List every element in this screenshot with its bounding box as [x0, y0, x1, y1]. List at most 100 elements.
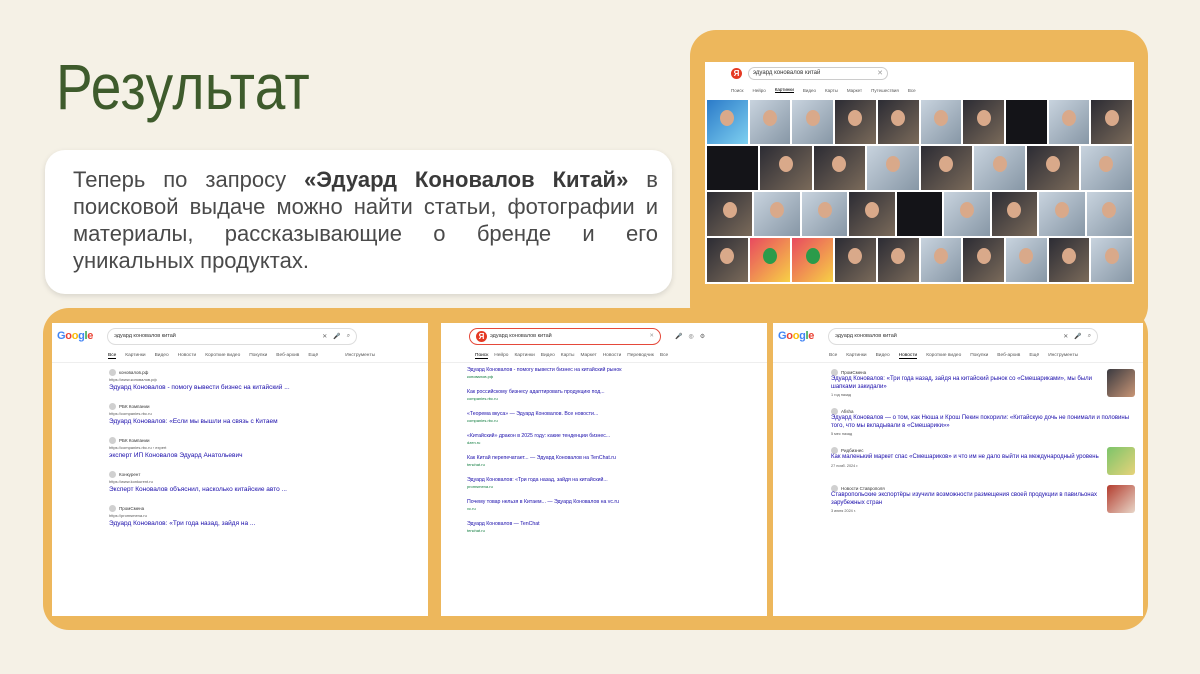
tab-neuro[interactable]: Нейро [752, 88, 765, 93]
image-result[interactable] [1080, 146, 1132, 190]
tab-all[interactable]: Все [660, 353, 668, 358]
image-result[interactable] [754, 192, 800, 236]
result-title[interactable]: Почему товар нельзя в Китаем... — Эдуард… [467, 499, 759, 506]
tab-maps[interactable]: Карты [825, 88, 838, 93]
tab-images[interactable]: Картинки [125, 353, 145, 358]
tab-more[interactable]: Ещё [308, 353, 318, 358]
tab-video[interactable]: Видео [541, 353, 555, 358]
result-title[interactable]: Эдуард Коновалов: «Три года назад, зайдя… [467, 477, 759, 484]
result-title[interactable]: «Теорема вкуса» — Эдуард Коновалов. Все … [467, 411, 759, 418]
tab-all[interactable]: Все [908, 88, 916, 93]
image-result[interactable] [707, 146, 759, 190]
result-title[interactable]: «Китайский» дракон в 2025 году: какие те… [467, 433, 759, 440]
result-title[interactable]: Эдуард Коновалов: «Три года назад, зайдя… [109, 520, 420, 528]
result-title[interactable]: Эдуард Коновалов - помогу вывести бизнес… [467, 367, 759, 374]
image-result[interactable] [973, 146, 1026, 190]
image-result[interactable] [944, 192, 990, 236]
tab-short-video[interactable]: Короткие видео [926, 353, 961, 358]
tab-translate[interactable]: Переводчик [627, 353, 654, 358]
image-result[interactable] [835, 100, 876, 144]
close-icon[interactable]: ✕ [322, 333, 327, 340]
image-result[interactable] [792, 100, 834, 144]
image-result[interactable] [1027, 146, 1079, 190]
camera-icon[interactable]: ◎ [688, 333, 693, 340]
image-result[interactable] [813, 146, 866, 190]
result-item[interactable]: Эдуард Коновалов: «Три года назад, зайдя… [467, 477, 759, 489]
result-title[interactable]: Эдуард Коновалов: «Если мы вышли на связ… [109, 418, 420, 426]
tab-short-video[interactable]: Короткие видео [205, 353, 240, 358]
image-result[interactable] [896, 192, 943, 236]
image-result[interactable] [801, 192, 848, 236]
tab-neuro[interactable]: Нейро [494, 353, 508, 358]
result-item[interactable]: Эдуард Коновалов - помогу вывести бизнес… [467, 367, 759, 379]
tab-images[interactable]: Картинки [514, 353, 534, 358]
result-title[interactable]: Как Китай перепечатает... — Эдуард Конов… [467, 455, 759, 462]
tab-web-archive[interactable]: Веб-архив [276, 353, 299, 358]
tab-shopping[interactable]: Покупки [249, 353, 267, 358]
search-icon[interactable]: ⌕ [347, 333, 350, 340]
tab-market[interactable]: Маркет [580, 353, 596, 358]
tab-maps[interactable]: Карты [561, 353, 575, 358]
microphone-icon[interactable]: 🎤 [1074, 333, 1081, 340]
result-item[interactable]: РБК Компании https://companies.rbc.ru › … [109, 437, 420, 460]
image-result[interactable] [707, 238, 748, 282]
tab-travel[interactable]: Путешествия [871, 88, 899, 93]
tab-market[interactable]: Маркет [847, 88, 862, 93]
image-result[interactable] [1086, 192, 1132, 236]
tab-tools[interactable]: Инструменты [1048, 353, 1078, 358]
news-thumbnail[interactable] [1107, 447, 1135, 475]
tab-all[interactable]: Все [108, 353, 117, 359]
tab-search[interactable]: Поиск [475, 353, 489, 359]
tab-video[interactable]: Видео [155, 353, 169, 358]
result-item[interactable]: «Теорема вкуса» — Эдуард Коновалов. Все … [467, 411, 759, 423]
image-result[interactable] [1005, 100, 1047, 144]
image-result[interactable] [963, 238, 1004, 282]
close-icon[interactable]: ✕ [877, 69, 883, 77]
result-item[interactable]: коновалов.рф https://www.коновалов.рф Эд… [109, 369, 420, 392]
news-item[interactable]: ПромСмена Эдуард Коновалов: «Три года на… [831, 369, 1135, 398]
news-thumbnail[interactable] [1107, 369, 1135, 397]
tab-all[interactable]: Все [829, 353, 837, 358]
news-title[interactable]: Ставропольские экспортёры изучили возмож… [831, 492, 1101, 507]
google-search-input[interactable]: эдуард коновалов китай ✕ 🎤 ⌕ [107, 327, 358, 345]
tab-news[interactable]: Новости [898, 353, 918, 359]
tab-web-archive[interactable]: Веб-архив [997, 353, 1020, 358]
tab-news[interactable]: Новости [603, 353, 622, 358]
tab-search[interactable]: Поиск [731, 88, 743, 93]
image-result[interactable] [920, 146, 972, 190]
image-result[interactable] [867, 146, 919, 190]
yandex-images-search-input[interactable]: эдуард коновалов китай ✕ [748, 66, 888, 80]
news-thumbnail[interactable] [1107, 485, 1135, 513]
tab-images[interactable]: Картинки [774, 87, 794, 93]
image-result[interactable] [1039, 192, 1085, 236]
image-result[interactable] [749, 100, 791, 144]
result-title[interactable]: эксперт ИП Коновалов Эдуард Анатольевич [109, 452, 420, 460]
result-item[interactable]: Как российскому бизнесу адаптировать про… [467, 389, 759, 401]
image-result[interactable] [877, 100, 919, 144]
result-item[interactable]: Эдуард Коновалов — TenChat tenchat.ru [467, 521, 759, 533]
result-item[interactable]: Конкурент https://www.konkurent.ru Экспе… [109, 471, 420, 494]
image-result[interactable] [920, 100, 962, 144]
image-result[interactable] [707, 100, 748, 144]
result-title[interactable]: Эксперт Коновалов объяснил, насколько ки… [109, 486, 420, 494]
result-title[interactable]: Как российскому бизнесу адаптировать про… [467, 389, 759, 396]
image-result[interactable] [849, 192, 895, 236]
news-title[interactable]: Как маленький маркет спас «Смешариков» и… [831, 454, 1099, 462]
yandex-search-input[interactable]: Яэдуард коновалов китай ✕ [469, 327, 661, 345]
search-icon[interactable]: ⌕ [1088, 333, 1091, 340]
image-result[interactable] [760, 146, 812, 190]
image-result[interactable] [835, 238, 876, 282]
image-result[interactable] [1048, 100, 1090, 144]
image-result[interactable] [1005, 238, 1047, 282]
image-result[interactable] [991, 192, 1038, 236]
image-result[interactable] [963, 100, 1004, 144]
settings-icon[interactable]: ⚙ [700, 333, 705, 340]
close-icon[interactable]: ✕ [649, 333, 654, 339]
news-title[interactable]: Эдуард Коновалов: «Три года назад, зайдя… [831, 376, 1101, 391]
image-result[interactable] [749, 238, 791, 282]
result-item[interactable]: Почему товар нельзя в Китаем... — Эдуард… [467, 499, 759, 511]
tab-news[interactable]: Новости [178, 353, 197, 358]
tab-shopping[interactable]: Покупки [970, 353, 988, 358]
news-item[interactable]: Afisha Эдуард Коновалов — о том, как Нюш… [831, 408, 1135, 437]
result-item[interactable]: «Китайский» дракон в 2025 году: какие те… [467, 433, 759, 445]
